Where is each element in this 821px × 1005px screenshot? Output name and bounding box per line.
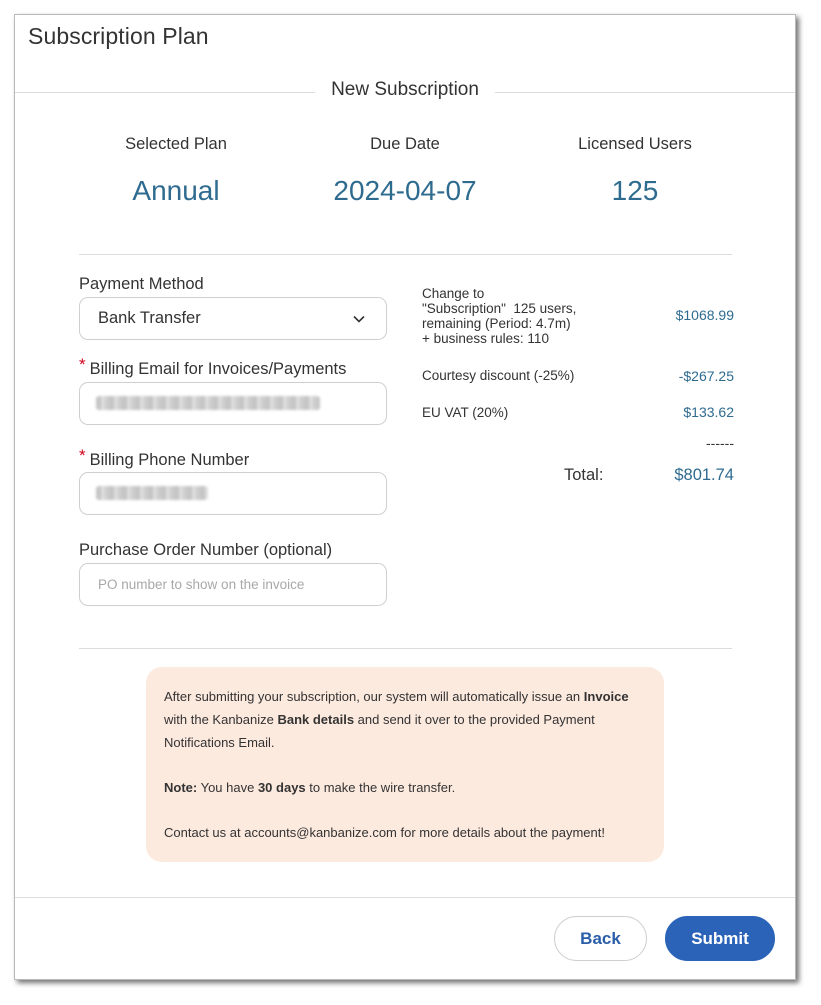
po-number-label: Purchase Order Number (optional) <box>79 541 333 559</box>
payment-method-select[interactable]: Bank Transfer <box>79 297 387 340</box>
change-amount: $1068.99 <box>675 307 734 323</box>
bank-transfer-notice: After submitting your subscription, our … <box>146 667 664 862</box>
change-line: + business rules: 110 <box>422 331 549 346</box>
form-divider <box>79 648 732 649</box>
dialog-title: Subscription Plan <box>28 23 209 49</box>
po-number-input[interactable] <box>79 563 387 606</box>
billing-phone-label: * Billing Phone Number <box>79 446 250 470</box>
redacted-phone <box>96 486 208 500</box>
stats-divider <box>79 254 732 255</box>
notice-text: with the Kanbanize <box>164 712 278 727</box>
change-description: Change to "Subscription" 125 users, rema… <box>422 286 576 346</box>
notice-paragraph: Note: You have 30 days to make the wire … <box>164 776 644 799</box>
billing-email-field[interactable] <box>79 382 387 425</box>
notice-text: After submitting your subscription, our … <box>164 689 584 704</box>
notice-text: You have <box>197 780 258 795</box>
sum-separator: ------ <box>706 435 734 451</box>
notice-paragraph: Contact us at accounts@kanbanize.com for… <box>164 825 605 840</box>
payment-method-label: Payment Method <box>79 275 204 293</box>
due-date-value: 2024-04-07 <box>333 175 477 206</box>
back-button[interactable]: Back <box>554 916 647 961</box>
total-label: Total: <box>564 466 604 484</box>
footer-divider <box>15 897 795 898</box>
billing-phone-label-text: Billing Phone Number <box>89 451 250 469</box>
vat-amount: $133.62 <box>683 404 734 420</box>
section-title: New Subscription <box>315 79 495 101</box>
billing-phone-field[interactable] <box>79 472 387 515</box>
licensed-users-value: 125 <box>611 175 659 206</box>
notice-bold: 30 days <box>257 780 306 795</box>
notice-bold: Bank details <box>277 712 355 727</box>
discount-amount: -$267.25 <box>678 368 734 384</box>
change-line: Change to <box>422 286 485 301</box>
due-date-label: Due Date <box>370 135 440 153</box>
discount-label: Courtesy discount (-25%) <box>422 368 575 383</box>
billing-email-label-text: Billing Email for Invoices/Payments <box>89 360 347 378</box>
chevron-down-icon <box>353 315 365 323</box>
billing-email-label: * Billing Email for Invoices/Payments <box>79 355 347 379</box>
licensed-users-label: Licensed Users <box>578 135 692 153</box>
notice-bold: Invoice <box>583 689 629 704</box>
payment-method-value: Bank Transfer <box>98 309 201 327</box>
submit-button[interactable]: Submit <box>665 916 775 961</box>
selected-plan-value: Annual <box>132 175 220 206</box>
subscription-dialog: Subscription Plan New Subscription Selec… <box>14 14 796 980</box>
selected-plan-label: Selected Plan <box>125 135 227 153</box>
notice-text: to make the wire transfer. <box>305 780 456 795</box>
required-marker: * <box>79 355 86 374</box>
notice-paragraph: After submitting your subscription, our … <box>164 685 644 754</box>
vat-label: EU VAT (20%) <box>422 405 509 420</box>
change-line: remaining (Period: 4.7m) <box>422 316 571 331</box>
change-line: "Subscription" 125 users, <box>422 301 577 316</box>
required-marker: * <box>79 446 86 465</box>
redacted-email <box>96 396 320 410</box>
total-amount: $801.74 <box>674 466 734 484</box>
notice-bold: Note: <box>164 780 198 795</box>
